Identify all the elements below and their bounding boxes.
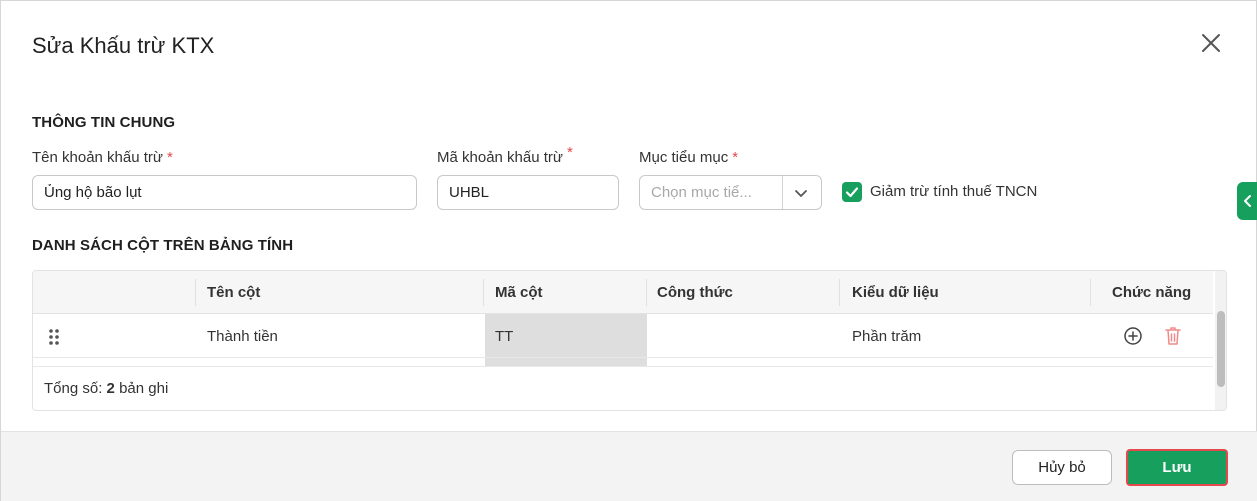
header-column-name: Tên cột <box>207 284 261 301</box>
columns-table: Tên cột Mã cột Công thức Kiểu dữ liệu Ch… <box>32 270 1227 411</box>
item-field-label: Mục tiểu mục * <box>639 149 738 166</box>
item-select[interactable]: Chọn mục tiể... <box>639 175 822 210</box>
item-select-placeholder: Chọn mục tiể... <box>651 184 752 201</box>
dialog-footer: Hủy bỏ Lưu <box>1 431 1257 501</box>
header-divider <box>195 279 196 306</box>
required-mark: * <box>166 149 173 166</box>
dialog-title: Sửa Khấu trừ KTX <box>32 33 215 58</box>
chevron-down-icon[interactable] <box>792 184 810 202</box>
cell-column-code[interactable]: TT <box>495 328 513 345</box>
cancel-button[interactable]: Hủy bỏ <box>1012 450 1112 485</box>
tax-deduction-label: Giảm trừ tính thuế TNCN <box>870 183 1038 200</box>
save-button[interactable]: Lưu <box>1126 449 1228 486</box>
chevron-left-icon <box>1244 195 1251 207</box>
total-records: Tổng số: 2 bản ghi <box>44 380 168 397</box>
header-column-code: Mã cột <box>495 284 543 301</box>
total-suffix: bản ghi <box>119 380 169 397</box>
table-scrollbar[interactable] <box>1215 271 1226 410</box>
total-label: Tổng số: <box>44 380 103 397</box>
code-label-text: Mã khoản khấu trừ <box>437 149 563 166</box>
side-panel-toggle[interactable] <box>1237 182 1257 220</box>
deduction-code-input[interactable] <box>437 175 619 210</box>
header-actions: Chức năng <box>1112 284 1192 301</box>
general-section-title: THÔNG TIN CHUNG <box>32 114 176 131</box>
select-divider <box>782 176 783 209</box>
code-field-label: Mã khoản khấu trừ * <box>437 144 573 166</box>
header-formula: Công thức <box>657 284 733 301</box>
header-divider <box>1090 279 1091 306</box>
header-divider <box>646 279 647 306</box>
deduction-name-input[interactable] <box>32 175 417 210</box>
cell-column-name[interactable]: Thành tiền <box>207 328 278 345</box>
tax-deduction-checkbox[interactable] <box>842 182 862 202</box>
table-header: Tên cột Mã cột Công thức Kiểu dữ liệu Ch… <box>33 271 1213 314</box>
item-label-text: Mục tiểu mục <box>639 149 729 166</box>
header-divider <box>839 279 840 306</box>
header-data-type: Kiểu dữ liệu <box>852 284 939 301</box>
table-summary-row: Tổng số: 2 bản ghi <box>33 366 1213 410</box>
trash-icon[interactable] <box>1163 325 1183 347</box>
header-divider <box>483 279 484 306</box>
table-row: Thành tiền TT Phần trăm <box>33 314 1213 358</box>
drag-handle-icon[interactable] <box>47 328 61 346</box>
columns-section-title: DANH SÁCH CỘT TRÊN BẢNG TÍNH <box>32 237 294 254</box>
cell-data-type[interactable]: Phần trăm <box>852 328 921 345</box>
close-icon <box>1202 34 1220 52</box>
total-count: 2 <box>106 380 115 397</box>
edit-deduction-dialog: Sửa Khấu trừ KTX THÔNG TIN CHUNG Tên kho… <box>0 0 1257 501</box>
required-mark: * <box>732 149 739 166</box>
required-mark: * <box>566 144 573 161</box>
check-icon <box>845 187 859 198</box>
close-button[interactable] <box>1197 29 1225 57</box>
name-label-text: Tên khoản khấu trừ <box>32 149 163 166</box>
scrollbar-thumb[interactable] <box>1217 311 1225 387</box>
name-field-label: Tên khoản khấu trừ * <box>32 149 173 166</box>
add-circle-icon[interactable] <box>1123 326 1143 346</box>
